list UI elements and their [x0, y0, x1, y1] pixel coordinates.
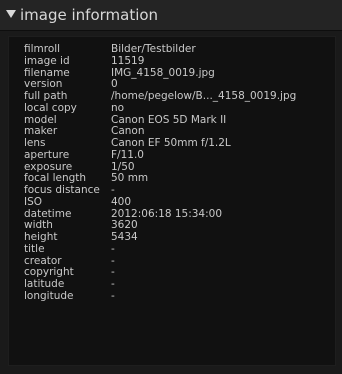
- info-label: copyright: [24, 267, 74, 279]
- info-row-iso: ISO 400: [24, 195, 338, 209]
- info-row-filmroll: filmroll Bilder/Testbilder: [24, 43, 338, 56]
- info-label: aperture: [24, 149, 70, 161]
- info-label: title: [24, 243, 45, 255]
- info-value: /home/pegelow/B..._4158_0019.jpg: [111, 90, 297, 102]
- info-row-copyright: copyright -: [24, 266, 338, 279]
- info-row-exposure: exposure 1/50: [24, 161, 338, 174]
- info-row-aperture: aperture F/11.0: [24, 148, 338, 162]
- info-row-focal-length: focal length 50 mm: [24, 172, 338, 185]
- info-label: creator: [24, 255, 62, 267]
- info-label: focus distance: [24, 185, 100, 196]
- panel-title: image information: [20, 6, 159, 24]
- info-label: filename: [24, 67, 70, 79]
- info-label: filmroll: [24, 44, 61, 55]
- info-label: version: [24, 79, 63, 91]
- info-row-model: model Canon EOS 5D Mark II: [24, 114, 338, 127]
- info-label: exposure: [24, 161, 73, 173]
- info-value: -: [111, 184, 115, 196]
- info-value: 5434: [111, 231, 138, 243]
- info-label: local copy: [24, 102, 77, 114]
- info-label: height: [24, 232, 58, 243]
- info-label: image id: [24, 55, 70, 67]
- info-label: ISO: [24, 196, 43, 208]
- info-row-local-copy: local copy no: [24, 101, 338, 115]
- info-value: -: [111, 242, 115, 255]
- info-row-datetime: datetime 2012:06:18 15:34:00: [24, 208, 338, 221]
- triangle-down-icon[interactable]: [6, 10, 16, 18]
- info-row-latitude: latitude -: [24, 278, 338, 291]
- info-label: lens: [24, 138, 46, 149]
- info-row-image-id: image id 11519: [24, 54, 338, 68]
- info-list: filmroll Bilder/Testbilder image id 1151…: [24, 43, 338, 303]
- info-label: datetime: [24, 208, 72, 220]
- info-label: model: [24, 114, 57, 126]
- image-information-panel: image information filmroll Bilder/Testbi…: [0, 0, 342, 374]
- info-value: Bilder/Testbilder: [111, 43, 196, 55]
- info-row-focus-distance: focus distance -: [24, 184, 338, 197]
- info-row-creator: creator -: [24, 255, 338, 268]
- info-value: Canon EF 50mm f/1.2L: [111, 137, 231, 149]
- info-value: -: [111, 278, 115, 290]
- info-label: width: [24, 220, 53, 232]
- info-row-longitude: longitude -: [24, 289, 338, 303]
- info-value: F/11.0: [111, 148, 144, 161]
- info-value: 11519: [111, 54, 145, 67]
- panel-header[interactable]: image information: [0, 0, 342, 31]
- info-label: full path: [24, 91, 68, 102]
- info-value: -: [111, 289, 115, 302]
- info-row-title: title -: [24, 242, 338, 256]
- info-label: latitude: [24, 279, 65, 290]
- info-value: 50 mm: [111, 172, 149, 185]
- info-label: maker: [24, 126, 58, 138]
- info-value: 400: [111, 195, 132, 208]
- info-row-height: height 5434: [24, 231, 338, 244]
- info-row-filename: filename IMG_4158_0019.jpg: [24, 66, 338, 80]
- info-value: IMG_4158_0019.jpg: [111, 66, 215, 79]
- info-row-lens: lens Canon EF 50mm f/1.2L: [24, 137, 338, 150]
- info-label: focal length: [24, 173, 87, 185]
- info-row-full-path: full path /home/pegelow/B..._4158_0019.j…: [24, 90, 338, 103]
- info-row-width: width 3620: [24, 219, 338, 232]
- info-label: longitude: [24, 290, 74, 302]
- info-value: no: [111, 101, 125, 114]
